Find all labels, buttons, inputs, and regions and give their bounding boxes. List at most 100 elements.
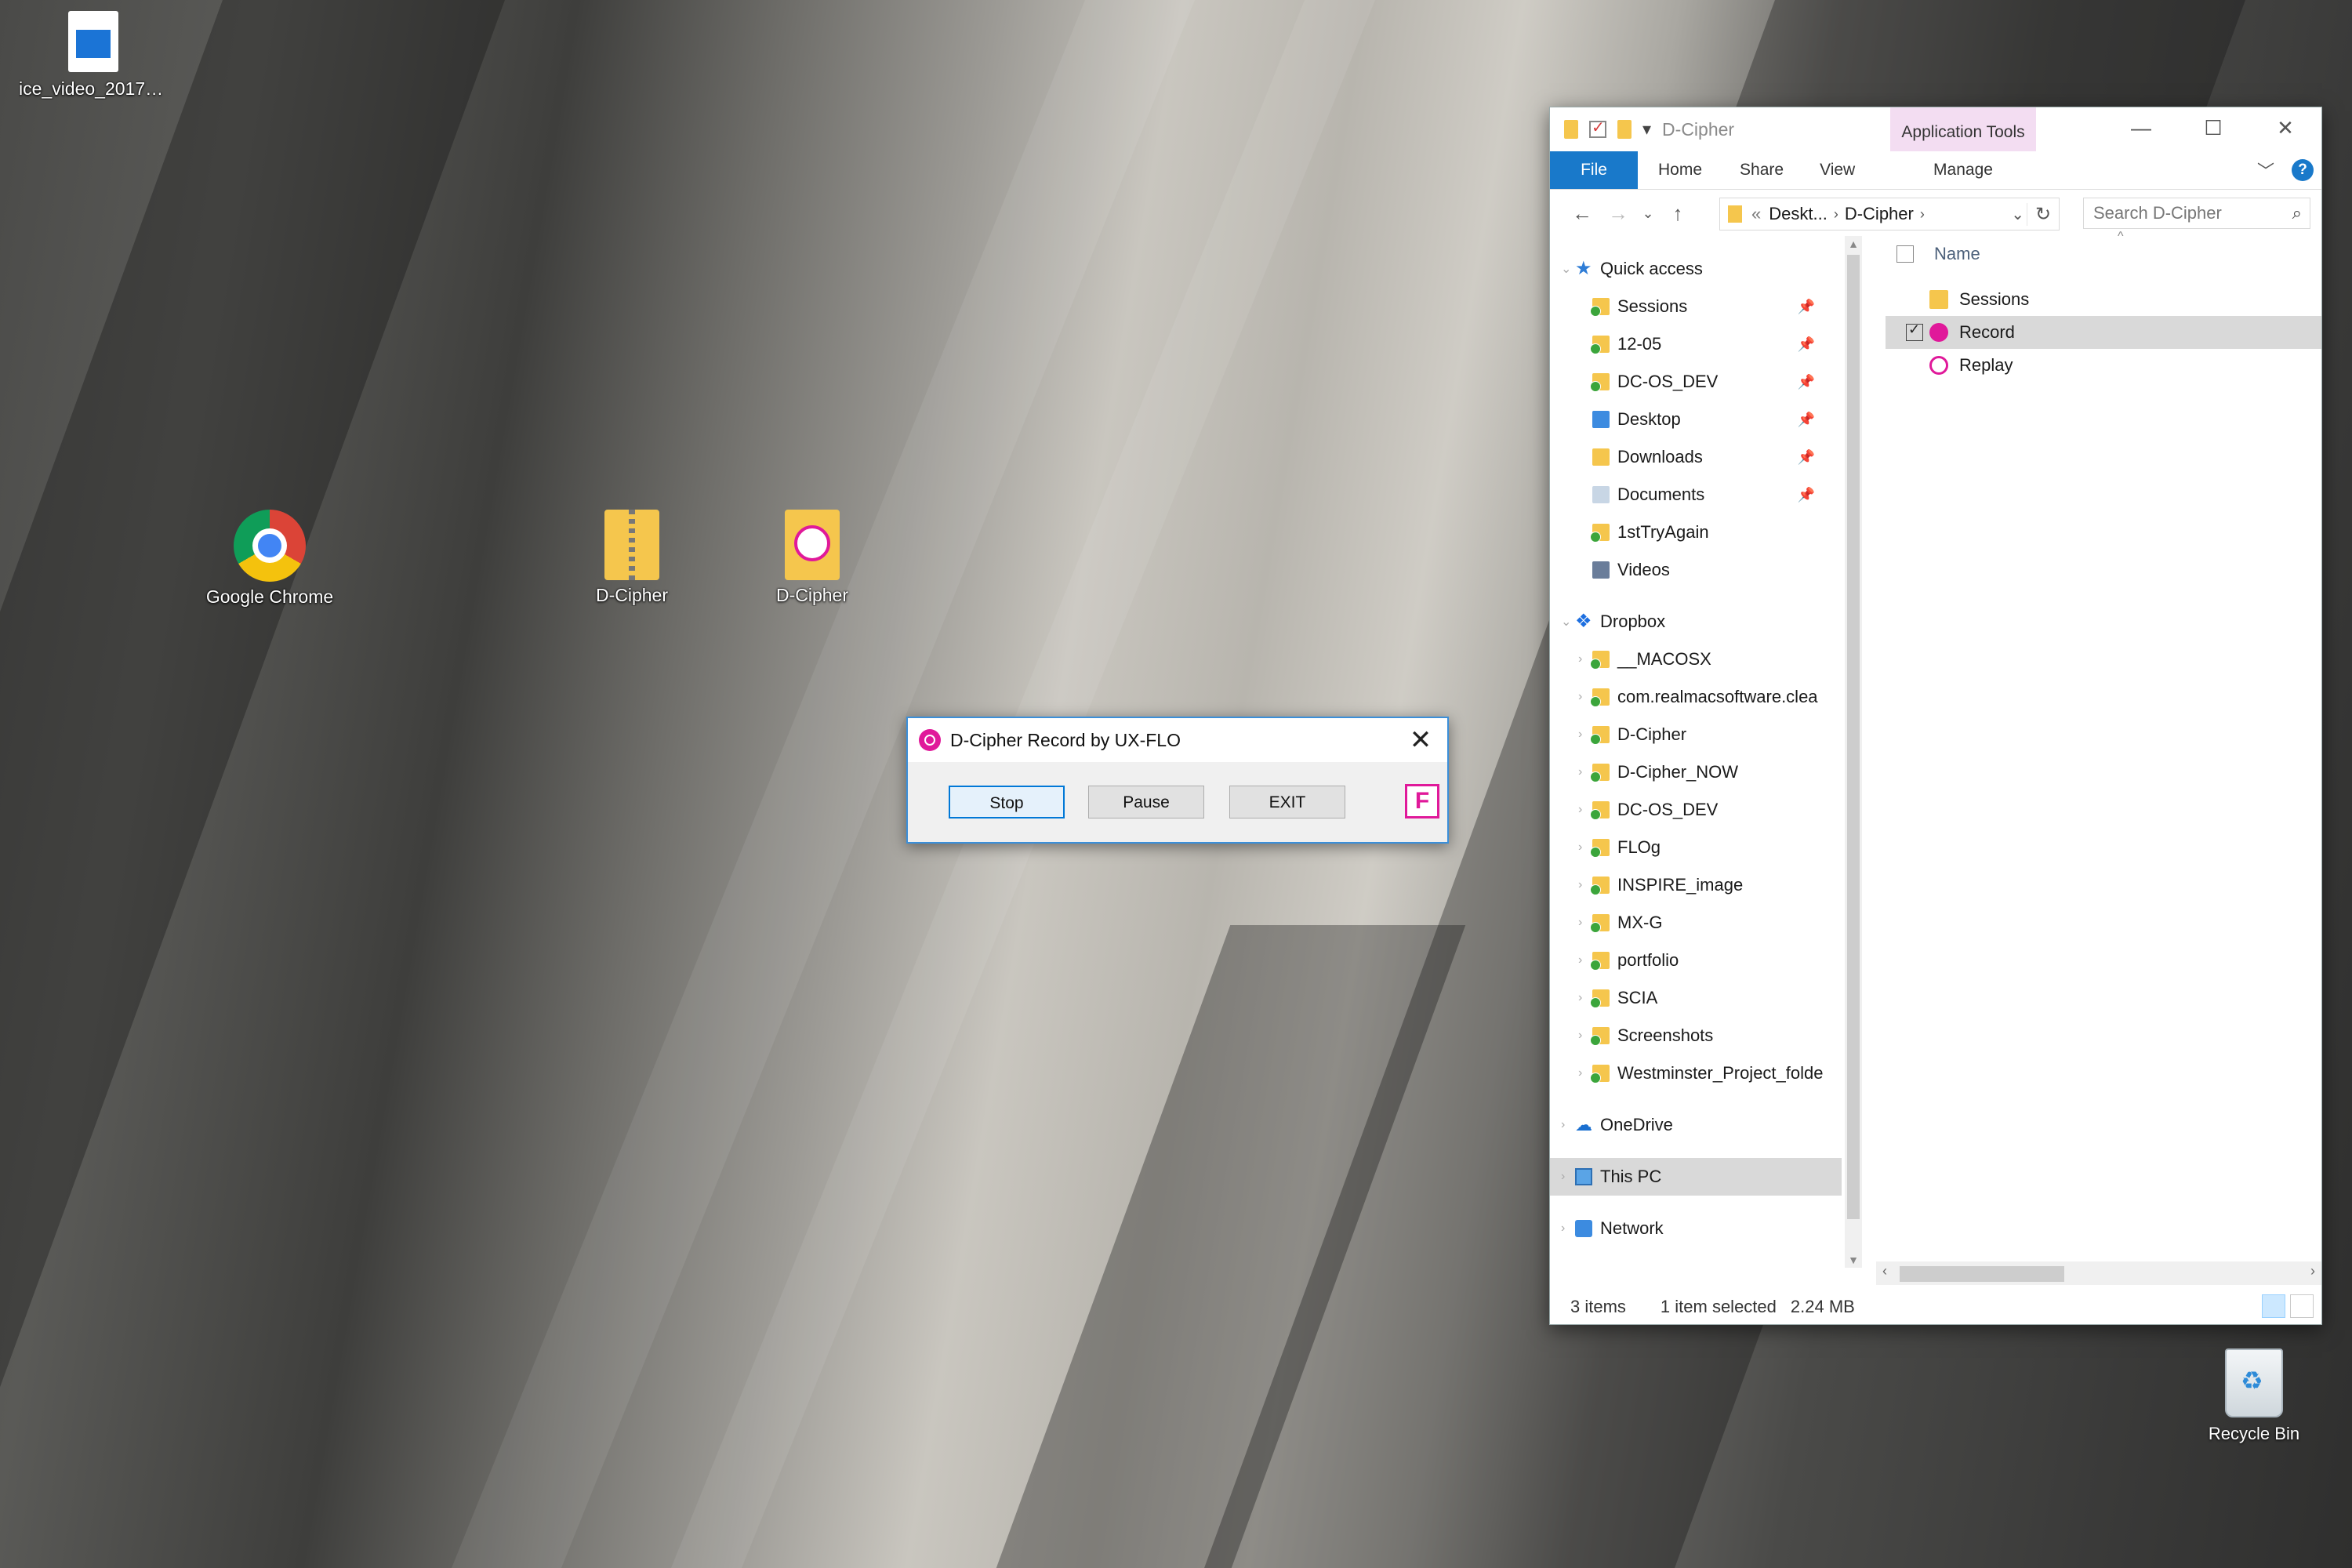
tab-file[interactable]: File (1550, 151, 1638, 189)
nav-dropbox[interactable]: ⌄ ❖ Dropbox (1550, 603, 1842, 641)
nav-network[interactable]: › Network (1550, 1210, 1842, 1247)
nav-item-flog[interactable]: › FLOg (1550, 829, 1842, 866)
row-checkbox[interactable] (1906, 321, 1923, 341)
address-bar[interactable]: « Deskt... › D-Cipher › ⌄ ↻ (1719, 198, 2060, 230)
pin-icon[interactable]: 📌 (1798, 449, 1815, 466)
status-bar: 3 items 1 item selected 2.24 MB (1550, 1290, 2321, 1324)
pin-icon[interactable]: 📌 (1798, 299, 1815, 315)
tab-home[interactable]: Home (1638, 151, 1719, 189)
details-view-icon[interactable] (2262, 1294, 2285, 1318)
nav-item-dc-os-dev[interactable]: DC-OS_DEV 📌 (1550, 363, 1842, 401)
desktop-icon-recycle-bin[interactable]: Recycle Bin (2187, 1348, 2321, 1444)
row-checkbox[interactable] (1906, 357, 1923, 374)
file-row-sessions[interactable]: Sessions (1886, 283, 2321, 316)
up-arrow-icon[interactable]: ↑ (1660, 201, 1696, 226)
folder-icon (1590, 524, 1610, 543)
expand-ribbon-chevron-icon[interactable]: ﹀ (2257, 158, 2274, 183)
pin-icon[interactable]: 📌 (1798, 374, 1815, 390)
large-icons-view-icon[interactable] (2290, 1294, 2314, 1318)
desktop-icon-dcipher-zip[interactable]: D-Cipher (561, 510, 702, 606)
scroll-right-icon[interactable]: › (2310, 1263, 2315, 1279)
breadcrumb-separator-icon[interactable]: › (1920, 206, 1925, 223)
pin-icon[interactable]: 📌 (1798, 412, 1815, 428)
desktop-icon-chrome[interactable]: Google Chrome (199, 510, 340, 608)
dialog-titlebar[interactable]: D-Cipher Record by UX-FLO (908, 718, 1447, 762)
navigation-pane-scrollbar[interactable]: ▲ ▼ (1845, 236, 1862, 1268)
pin-icon[interactable]: 📌 (1798, 336, 1815, 353)
nav-item-macosx[interactable]: › __MACOSX (1550, 641, 1842, 678)
nav-item-downloads[interactable]: Downloads 📌 (1550, 438, 1842, 476)
nav-item-desktop[interactable]: Desktop 📌 (1550, 401, 1842, 438)
explorer-titlebar[interactable]: ▾ D-Cipher Application Tools — ☐ ✕ (1550, 107, 2321, 151)
nav-item-12-05[interactable]: 12-05 📌 (1550, 325, 1842, 363)
close-button[interactable]: ✕ (2249, 107, 2321, 151)
search-input[interactable]: Search D-Cipher ⌕ (2083, 198, 2310, 229)
scrollbar-thumb[interactable] (1847, 255, 1860, 1219)
desktop-icon-video[interactable]: ice_video_2017120... (19, 11, 168, 100)
nav-label: Dropbox (1600, 612, 1666, 631)
nav-onedrive[interactable]: › ☁ OneDrive (1550, 1106, 1842, 1144)
forward-arrow-icon[interactable]: → (1600, 201, 1636, 226)
new-folder-icon[interactable] (1617, 120, 1632, 139)
breadcrumb-dcipher[interactable]: D-Cipher (1845, 204, 1914, 224)
nav-item-com-realmacsoftware[interactable]: › com.realmacsoftware.clea (1550, 678, 1842, 716)
properties-icon[interactable] (1589, 118, 1606, 138)
file-row-record[interactable]: Record (1886, 316, 2321, 349)
row-checkbox[interactable] (1906, 291, 1923, 308)
nav-label: Desktop (1617, 409, 1681, 429)
desktop-icon-label: Recycle Bin (2208, 1424, 2300, 1443)
select-all-checkbox[interactable] (1896, 245, 1914, 263)
nav-item-mx-g[interactable]: › MX-G (1550, 904, 1842, 942)
dialog-close-button[interactable]: ✕ (1405, 724, 1436, 756)
quick-access-toolbar: ▾ (1564, 118, 1651, 140)
breadcrumb-separator-icon[interactable]: › (1834, 206, 1838, 223)
overflow-crumb[interactable]: « (1751, 204, 1761, 224)
address-dropdown-chevron-icon[interactable]: ⌄ (2011, 205, 2024, 224)
desktop-icon-dcipher-app[interactable]: D-Cipher (742, 510, 883, 606)
maximize-button[interactable]: ☐ (2177, 107, 2249, 151)
refresh-icon[interactable]: ↻ (2027, 202, 2059, 226)
collapse-chevron-icon[interactable]: ⌄ (1561, 614, 1575, 630)
nav-item-screenshots[interactable]: › Screenshots (1550, 1017, 1842, 1054)
help-icon[interactable]: ? (2292, 159, 2314, 181)
scroll-left-icon[interactable]: ‹ (1882, 1263, 1887, 1279)
pause-button[interactable]: Pause (1088, 786, 1204, 818)
tab-share[interactable]: Share (1719, 151, 1801, 189)
nav-item-portfolio[interactable]: › portfolio (1550, 942, 1842, 979)
scrollbar-thumb[interactable] (1900, 1266, 2064, 1282)
file-list-horizontal-scrollbar[interactable]: ‹ › (1876, 1261, 2321, 1285)
nav-this-pc[interactable]: › This PC (1550, 1158, 1842, 1196)
nav-item-documents[interactable]: Documents 📌 (1550, 476, 1842, 514)
pin-icon[interactable]: 📌 (1798, 487, 1815, 503)
tab-view[interactable]: View (1801, 151, 1872, 189)
scroll-up-icon[interactable]: ▲ (1845, 238, 1862, 250)
nav-item-videos[interactable]: Videos (1550, 551, 1842, 589)
recent-locations-chevron-icon[interactable]: ⌄ (1636, 205, 1660, 222)
nav-item-sessions[interactable]: Sessions 📌 (1550, 288, 1842, 325)
nav-item-inspire-image[interactable]: › INSPIRE_image (1550, 866, 1842, 904)
file-row-replay[interactable]: Replay (1886, 349, 2321, 382)
minimize-button[interactable]: — (2105, 107, 2177, 151)
tab-manage[interactable]: Manage (1890, 151, 2036, 189)
nav-item-d-cipher-now[interactable]: › D-Cipher_NOW (1550, 753, 1842, 791)
scroll-down-icon[interactable]: ▼ (1845, 1254, 1862, 1266)
breadcrumb-desktop[interactable]: Deskt... (1769, 204, 1828, 224)
nav-item-westminster[interactable]: › Westminster_Project_folde (1550, 1054, 1842, 1092)
nav-label: OneDrive (1600, 1115, 1673, 1134)
nav-quick-access[interactable]: ⌄ ★ Quick access (1550, 250, 1842, 288)
exit-button[interactable]: EXIT (1229, 786, 1345, 818)
navigation-pane: ⌄ ★ Quick access Sessions 📌 12-05 📌 DC-OS_… (1550, 236, 1842, 1268)
nav-item-scia[interactable]: › SCIA (1550, 979, 1842, 1017)
nav-item-d-cipher[interactable]: › D-Cipher (1550, 716, 1842, 753)
column-header-name[interactable]: Name ^ (1876, 230, 2321, 272)
folder-icon (1590, 952, 1610, 971)
file-list-pane: Name ^ Sessions Record Replay (1876, 230, 2321, 1268)
ux-flo-badge-icon[interactable]: F (1405, 784, 1439, 818)
stop-button[interactable]: Stop (949, 786, 1065, 818)
nav-item-1sttryagain[interactable]: 1stTryAgain (1550, 514, 1842, 551)
collapse-chevron-icon[interactable]: ⌄ (1561, 261, 1575, 277)
back-arrow-icon[interactable]: ← (1564, 201, 1600, 226)
customize-toolbar-chevron-icon[interactable]: ▾ (1642, 119, 1651, 140)
selection-size: 2.24 MB (1790, 1297, 1855, 1316)
nav-item-dc-os-dev-dropbox[interactable]: › DC-OS_DEV (1550, 791, 1842, 829)
